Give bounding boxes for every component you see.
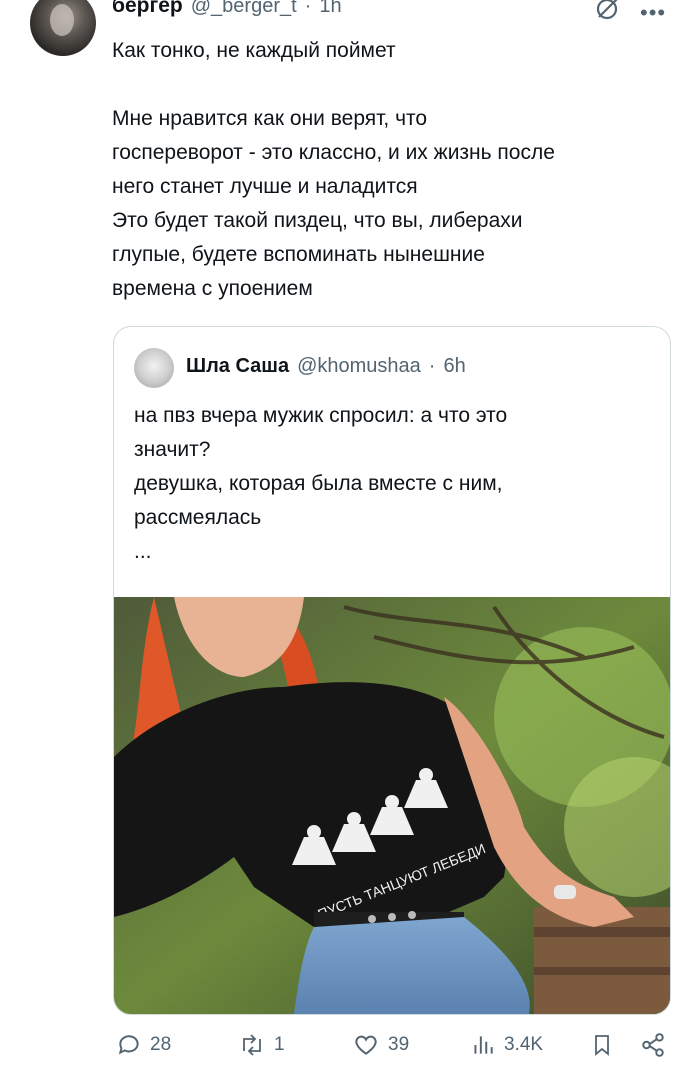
share-button[interactable] xyxy=(640,1032,666,1058)
like-button[interactable]: 39 xyxy=(352,1032,409,1058)
like-icon xyxy=(355,1035,377,1055)
tweet-text: Как тонко, не каждый поймет Мне нравится… xyxy=(112,39,555,300)
views-button[interactable]: 3.4K xyxy=(470,1032,543,1058)
retweet-icon xyxy=(243,1034,261,1056)
share-icon xyxy=(642,1033,664,1057)
author-avatar[interactable] xyxy=(30,0,96,56)
author-handle[interactable]: @_berger_t xyxy=(191,0,297,18)
tweet-time[interactable]: 1h xyxy=(319,0,341,18)
tweet-actions: 28 1 39 3.4K xyxy=(0,1032,700,1073)
bookmark-icon xyxy=(595,1035,609,1056)
quoted-tweet-header: Шла Саша @khomushaa · 6h xyxy=(186,355,466,378)
reply-button[interactable]: 28 xyxy=(116,1032,171,1058)
tweet-header: бергер @_berger_t · 1h xyxy=(112,0,342,24)
quoted-tweet[interactable]: Шла Саша @khomushaa · 6h на пвз вчера му… xyxy=(113,326,671,1015)
quoted-separator-dot: · xyxy=(428,355,436,377)
like-count: 39 xyxy=(388,1034,410,1055)
views-icon xyxy=(474,1036,493,1054)
more-icon[interactable]: ••• xyxy=(640,0,666,26)
quoted-author-handle[interactable]: @khomushaa xyxy=(297,355,421,378)
quoted-photo[interactable]: ПУСТЬ ТАНЦУЮТ ЛЕБЕДИ xyxy=(114,597,670,1014)
quoted-tweet-time[interactable]: 6h xyxy=(443,355,465,378)
separator-dot: · xyxy=(304,0,312,17)
quoted-tweet-text: на пвз вчера мужик спросил: а что это зн… xyxy=(134,404,508,563)
quoted-author-name[interactable]: Шла Саша xyxy=(186,355,289,378)
bookmark-button[interactable] xyxy=(590,1032,614,1058)
retweet-count: 1 xyxy=(274,1034,285,1055)
reply-icon xyxy=(118,1035,139,1055)
author-name[interactable]: бергер xyxy=(112,0,183,18)
retweet-button[interactable]: 1 xyxy=(238,1032,285,1058)
grok-icon[interactable] xyxy=(594,0,620,22)
quoted-author-avatar[interactable] xyxy=(134,348,174,388)
views-count: 3.4K xyxy=(504,1034,544,1055)
reply-count: 28 xyxy=(150,1034,172,1055)
